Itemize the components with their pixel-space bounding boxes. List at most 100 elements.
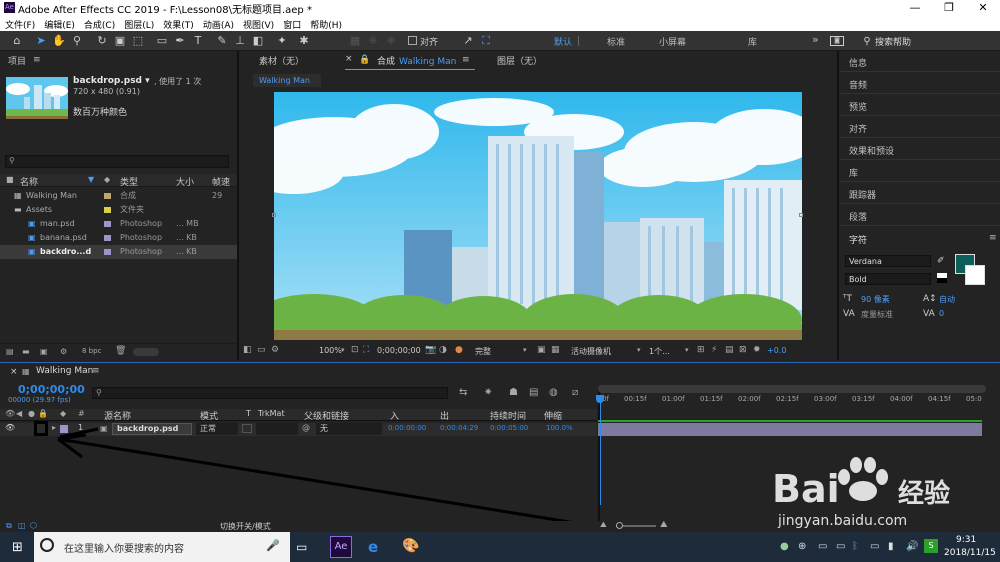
timeline-search-input[interactable]: ⚲: [92, 387, 448, 399]
project-item-row[interactable]: ▬ Assets 文件夹: [0, 203, 237, 217]
snapshot-icon[interactable]: 📷: [425, 345, 436, 355]
shy-layers-icon[interactable]: ☗: [509, 387, 518, 398]
preview-icon[interactable]: ◧: [243, 345, 252, 355]
panel-menu-icon[interactable]: ≡: [989, 233, 997, 243]
composition-canvas[interactable]: [274, 92, 802, 340]
preview-panel-tab[interactable]: 预览: [849, 100, 867, 113]
menu-effect[interactable]: 效果(T): [158, 16, 198, 31]
fit-icon[interactable]: ⊡: [351, 345, 359, 355]
toggle-pixel-icon[interactable]: ⊞: [697, 345, 705, 355]
view-layout-dropdown[interactable]: 1个...: [649, 346, 670, 357]
monitor-icon[interactable]: ▭: [257, 345, 266, 355]
zoom-in-icon[interactable]: ⛰: [660, 520, 668, 530]
task-view-icon[interactable]: ▭: [296, 540, 307, 554]
rotate-tool-icon[interactable]: ↻: [95, 34, 109, 48]
zoom-out-icon[interactable]: ⛰: [600, 520, 607, 530]
stroke-color-swatch[interactable]: [965, 265, 985, 285]
menu-layer[interactable]: 图层(L): [119, 16, 158, 31]
tracker-panel-tab[interactable]: 跟踪器: [849, 188, 876, 201]
paragraph-panel-tab[interactable]: 段落: [849, 210, 867, 223]
audio-panel-tab[interactable]: 音频: [849, 78, 867, 91]
timeline-current-time[interactable]: 0;00;00;00: [18, 383, 85, 396]
home-icon[interactable]: ⌂: [10, 34, 24, 48]
start-icon[interactable]: ⊞: [12, 540, 23, 555]
zoom-slider-thumb[interactable]: [616, 522, 623, 529]
close-tab-icon[interactable]: ×: [345, 54, 353, 64]
label-color-swatch[interactable]: [104, 249, 111, 255]
eraser-tool-icon[interactable]: ◧: [251, 34, 265, 48]
input-method-icon[interactable]: S: [924, 539, 938, 553]
tray-icon[interactable]: ●: [780, 541, 789, 552]
comp-mini-flowchart-icon[interactable]: ⇆: [459, 387, 467, 398]
workspace-library[interactable]: 库: [748, 35, 757, 48]
label-color-swatch[interactable]: [104, 193, 111, 199]
info-panel-tab[interactable]: 信息: [849, 56, 867, 69]
column-name[interactable]: 名称: [20, 175, 38, 188]
pen-tool-icon[interactable]: ✒: [173, 34, 187, 48]
selection-tool-icon[interactable]: ➤: [34, 34, 48, 48]
frame-blending-icon[interactable]: ▤: [529, 387, 538, 398]
project-item-row[interactable]: ▣ man.psd Photoshop ... MB: [0, 217, 237, 231]
camera-tool-icon[interactable]: ▣: [113, 34, 127, 48]
magnification-dropdown[interactable]: 100%: [319, 346, 342, 355]
reset-exposure-icon[interactable]: ✹: [753, 345, 761, 355]
project-item-row[interactable]: ▣ banana.psd Photoshop ... KB: [0, 231, 237, 245]
right-handle[interactable]: [799, 213, 803, 217]
column-in[interactable]: 入: [390, 409, 399, 422]
draft-3d-icon[interactable]: ✷: [484, 387, 492, 398]
project-search-input[interactable]: ⚲: [5, 155, 229, 168]
region-of-interest-icon[interactable]: ▣: [537, 345, 546, 355]
column-frame-rate[interactable]: 帧速: [212, 175, 230, 188]
workspace-small-screen[interactable]: 小屏幕: [659, 35, 686, 48]
new-folder-icon[interactable]: ▬: [22, 347, 30, 356]
label-color-swatch[interactable]: [104, 235, 111, 241]
taskbar-search-box[interactable]: 在这里输入你要搜索的内容 🎤: [34, 532, 290, 562]
minimize-button[interactable]: —: [898, 0, 932, 16]
layer-duration-bar[interactable]: [598, 423, 982, 436]
edge-browser-icon[interactable]: e: [368, 538, 378, 556]
column-source-name[interactable]: 源名称: [104, 409, 131, 422]
show-snapshot-icon[interactable]: ◑: [439, 345, 447, 355]
label-color-swatch[interactable]: [104, 207, 111, 213]
motion-blur-icon[interactable]: ◍: [549, 387, 558, 398]
fast-preview-icon[interactable]: ⚡: [711, 345, 717, 355]
font-family-dropdown[interactable]: Verdana: [845, 255, 931, 267]
lock-icon[interactable]: 🔒: [359, 55, 370, 65]
menu-file[interactable]: 文件(F): [0, 16, 39, 31]
composition-tab-label[interactable]: 合成: [377, 55, 395, 69]
menu-edit[interactable]: 编辑(E): [39, 16, 79, 31]
resolution-dropdown[interactable]: 完整: [475, 346, 491, 357]
composition-tab-name[interactable]: Walking Man: [399, 55, 456, 69]
snap-grid-icon[interactable]: ⛶: [479, 34, 493, 48]
local-axis-icon[interactable]: ⁜: [366, 34, 380, 48]
column-type[interactable]: 类型: [120, 175, 138, 188]
menu-help[interactable]: 帮助(H): [305, 16, 346, 31]
timeline-icon[interactable]: ▤: [725, 345, 734, 355]
menu-animation[interactable]: 动画(A): [198, 16, 238, 31]
tray-icon[interactable]: ▭: [818, 541, 827, 552]
after-effects-taskbar-icon[interactable]: Ae: [330, 536, 352, 558]
more-workspaces-button[interactable]: »: [812, 33, 819, 46]
rectangle-tool-icon[interactable]: ▭: [155, 34, 169, 48]
world-axis-icon[interactable]: ⁜: [384, 34, 398, 48]
time-ruler[interactable]: 0f 00:15f 01:00f 01:15f 02:00f 02:15f 03…: [598, 395, 986, 407]
align-panel-tab[interactable]: 对齐: [849, 122, 867, 135]
workspace-standard[interactable]: 标准: [607, 35, 625, 48]
new-composition-icon[interactable]: ▣: [40, 347, 48, 356]
kerning-value[interactable]: 度量标准: [861, 309, 893, 320]
transfer-controls-icon[interactable]: ◫: [18, 521, 26, 530]
type-tool-icon[interactable]: T: [191, 34, 205, 48]
column-track-matte[interactable]: TrkMat: [258, 409, 285, 418]
black-white-swatch[interactable]: [937, 273, 947, 283]
left-handle[interactable]: [272, 213, 276, 217]
menu-window[interactable]: 窗口: [278, 16, 305, 31]
playhead-handle[interactable]: [596, 395, 604, 403]
roto-brush-tool-icon[interactable]: ✦: [275, 34, 289, 48]
column-stretch[interactable]: 伸缩: [544, 409, 562, 422]
sync-settings-icon[interactable]: ◙: [830, 36, 844, 46]
close-button[interactable]: ✕: [966, 0, 1000, 16]
bluetooth-icon[interactable]: ᛒ: [852, 541, 858, 552]
volume-icon[interactable]: 🔊: [906, 541, 918, 552]
exposure-value[interactable]: +0.0: [767, 346, 786, 355]
menu-view[interactable]: 视图(V): [238, 16, 278, 31]
